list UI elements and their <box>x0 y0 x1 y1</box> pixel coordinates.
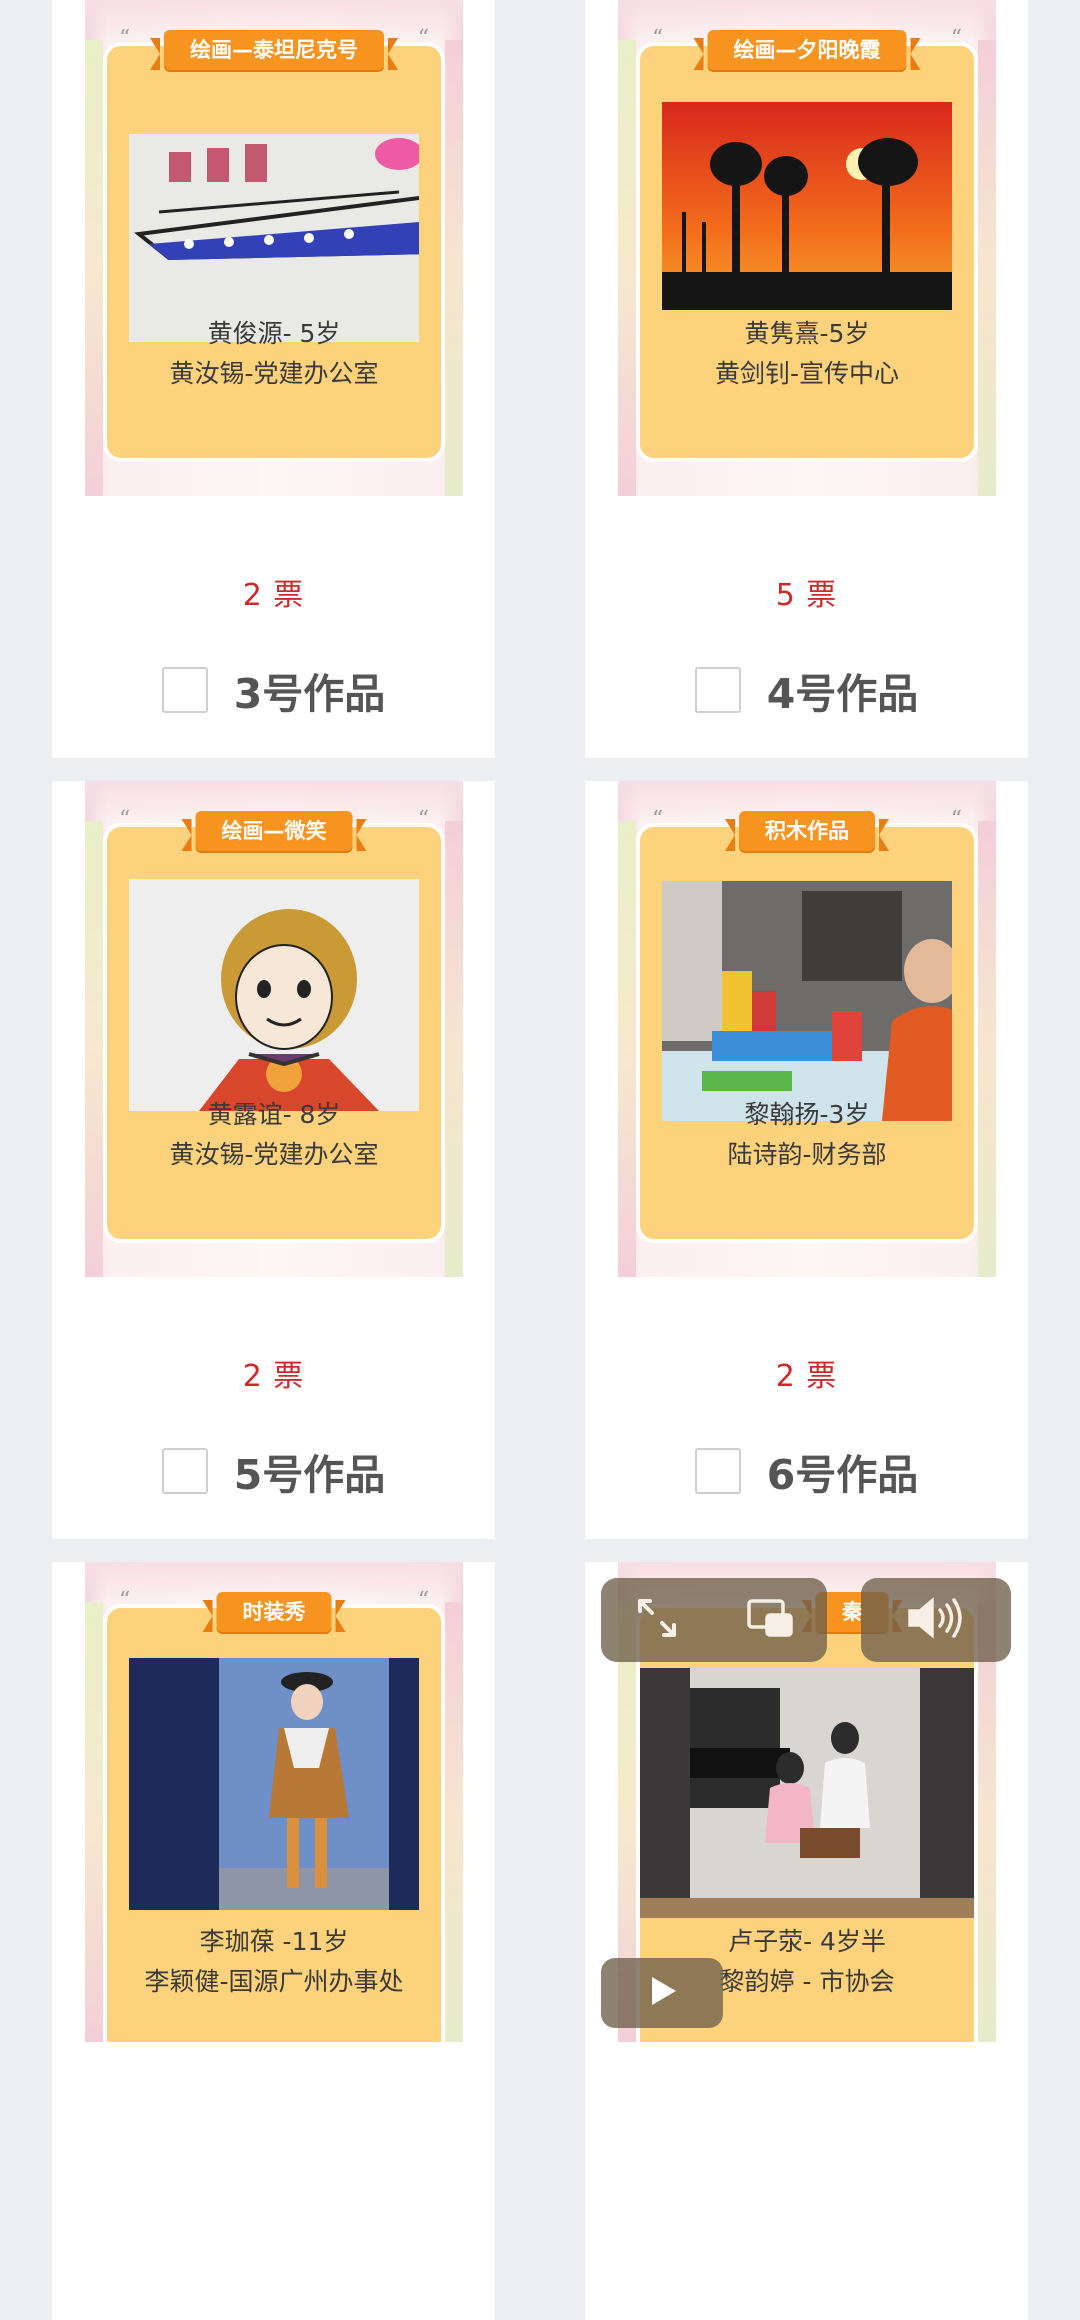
entry-frame <box>636 823 978 1243</box>
entry-frame <box>103 823 445 1243</box>
video-player[interactable] <box>640 1668 974 1918</box>
vote-checkbox[interactable] <box>161 667 208 713</box>
entry-poster: “ “ 绘画—微笑 黄露谊- 8岁 黄汝锡-党建办公室 <box>85 781 463 1277</box>
entry-card-8: 秦 卢子荥- 4岁半 黎韵婷 - 市协会 <box>585 1562 1028 2320</box>
child-name: 李珈葆 -11岁 <box>199 1927 349 1956</box>
select-row[interactable]: 5号作品 <box>52 1441 495 1501</box>
child-name: 黎翰扬-3岁 <box>744 1100 870 1129</box>
work-number-label[interactable]: 3号作品 <box>234 660 386 720</box>
parent-name: 陆诗韵-财务部 <box>727 1140 887 1169</box>
entry-poster: “ “ 绘画—夕阳晚霞 黄隽熹-5岁 黄剑钊-宣传中心 <box>618 0 996 496</box>
entry-frame <box>636 42 978 462</box>
work-number-label[interactable]: 4号作品 <box>767 660 919 720</box>
artwork-image[interactable] <box>129 879 419 1111</box>
expand-icon[interactable] <box>634 1595 680 1645</box>
volume-icon[interactable] <box>904 1595 968 1645</box>
entry-poster: “ “ 时装秀 李珈葆 -11岁 李颖健-国源广州办事处 <box>85 1562 463 2042</box>
vote-checkbox[interactable] <box>694 667 741 713</box>
parent-name: 黄剑钊-宣传中心 <box>714 359 900 388</box>
entry-card-6: “ “ 积木作品 黎翰扬-3岁 陆诗韵-财务部 2 票 6号作品 <box>585 781 1028 1539</box>
vote-checkbox[interactable] <box>694 1448 741 1494</box>
entry-names: 黄露谊- 8岁 黄汝锡-党建办公室 <box>85 1095 463 1175</box>
entry-poster: “ “ 绘画—泰坦尼克号 黄俊源- 5岁 黄汝锡-党建办公室 <box>85 0 463 496</box>
category-ribbon: 时装秀 <box>202 1592 346 1632</box>
parent-name: 黄汝锡-党建办公室 <box>169 1140 379 1169</box>
category-ribbon: 绘画—夕阳晚霞 <box>693 30 921 70</box>
entry-poster: “ “ 积木作品 黎翰扬-3岁 陆诗韵-财务部 <box>618 781 996 1277</box>
select-row[interactable]: 3号作品 <box>52 660 495 720</box>
parent-name: 黄汝锡-党建办公室 <box>169 359 379 388</box>
entry-card-7: “ “ 时装秀 李珈葆 -11岁 李颖健-国源广州办事处 <box>52 1562 495 2320</box>
picture-in-picture-icon[interactable] <box>745 1597 795 1643</box>
vote-count: 2 票 <box>775 1359 838 1394</box>
child-name: 黄露谊- 8岁 <box>207 1100 341 1129</box>
vote-count: 2 票 <box>242 1359 305 1394</box>
entry-names: 李珈葆 -11岁 李颖健-国源广州办事处 <box>85 1922 463 2002</box>
vote-checkbox[interactable] <box>161 1448 208 1494</box>
play-icon[interactable] <box>644 1973 680 2013</box>
entry-card-5: “ “ 绘画—微笑 黄露谊- 8岁 黄汝锡-党建办公室 2 票 5号作品 <box>52 781 495 1539</box>
volume-control[interactable] <box>861 1578 1011 1662</box>
parent-name: 李颖健-国源广州办事处 <box>144 1967 404 1996</box>
work-number-label[interactable]: 6号作品 <box>767 1441 919 1501</box>
child-name: 黄隽熹-5岁 <box>744 319 870 348</box>
artwork-image[interactable] <box>662 102 952 310</box>
work-number-label[interactable]: 5号作品 <box>234 1441 386 1501</box>
category-ribbon: 绘画—微笑 <box>181 811 367 851</box>
category-ribbon: 积木作品 <box>725 811 889 851</box>
artwork-image[interactable] <box>662 881 952 1121</box>
child-name: 卢子荥- 4岁半 <box>728 1927 886 1956</box>
select-row[interactable]: 4号作品 <box>585 660 1028 720</box>
select-row[interactable]: 6号作品 <box>585 1441 1028 1501</box>
entry-card-3: “ “ 绘画—泰坦尼克号 黄俊源- 5岁 黄汝锡-党建办公室 2 票 3号作品 <box>52 0 495 758</box>
entry-names: 黎翰扬-3岁 陆诗韵-财务部 <box>618 1095 996 1175</box>
entry-frame <box>103 42 445 462</box>
artwork-image[interactable] <box>129 1658 419 1910</box>
child-name: 黄俊源- 5岁 <box>207 319 341 348</box>
category-ribbon: 绘画—泰坦尼克号 <box>150 30 398 70</box>
video-controls-group <box>601 1578 827 1662</box>
vote-count: 2 票 <box>242 578 305 613</box>
vote-count: 5 票 <box>775 578 838 613</box>
entry-names: 黄隽熹-5岁 黄剑钊-宣传中心 <box>618 314 996 394</box>
play-button[interactable] <box>601 1958 723 2028</box>
artwork-image[interactable] <box>129 134 419 342</box>
entry-card-4: “ “ 绘画—夕阳晚霞 黄隽熹-5岁 黄剑钊-宣传中心 5 票 4号作品 <box>585 0 1028 758</box>
entry-names: 黄俊源- 5岁 黄汝锡-党建办公室 <box>85 314 463 394</box>
